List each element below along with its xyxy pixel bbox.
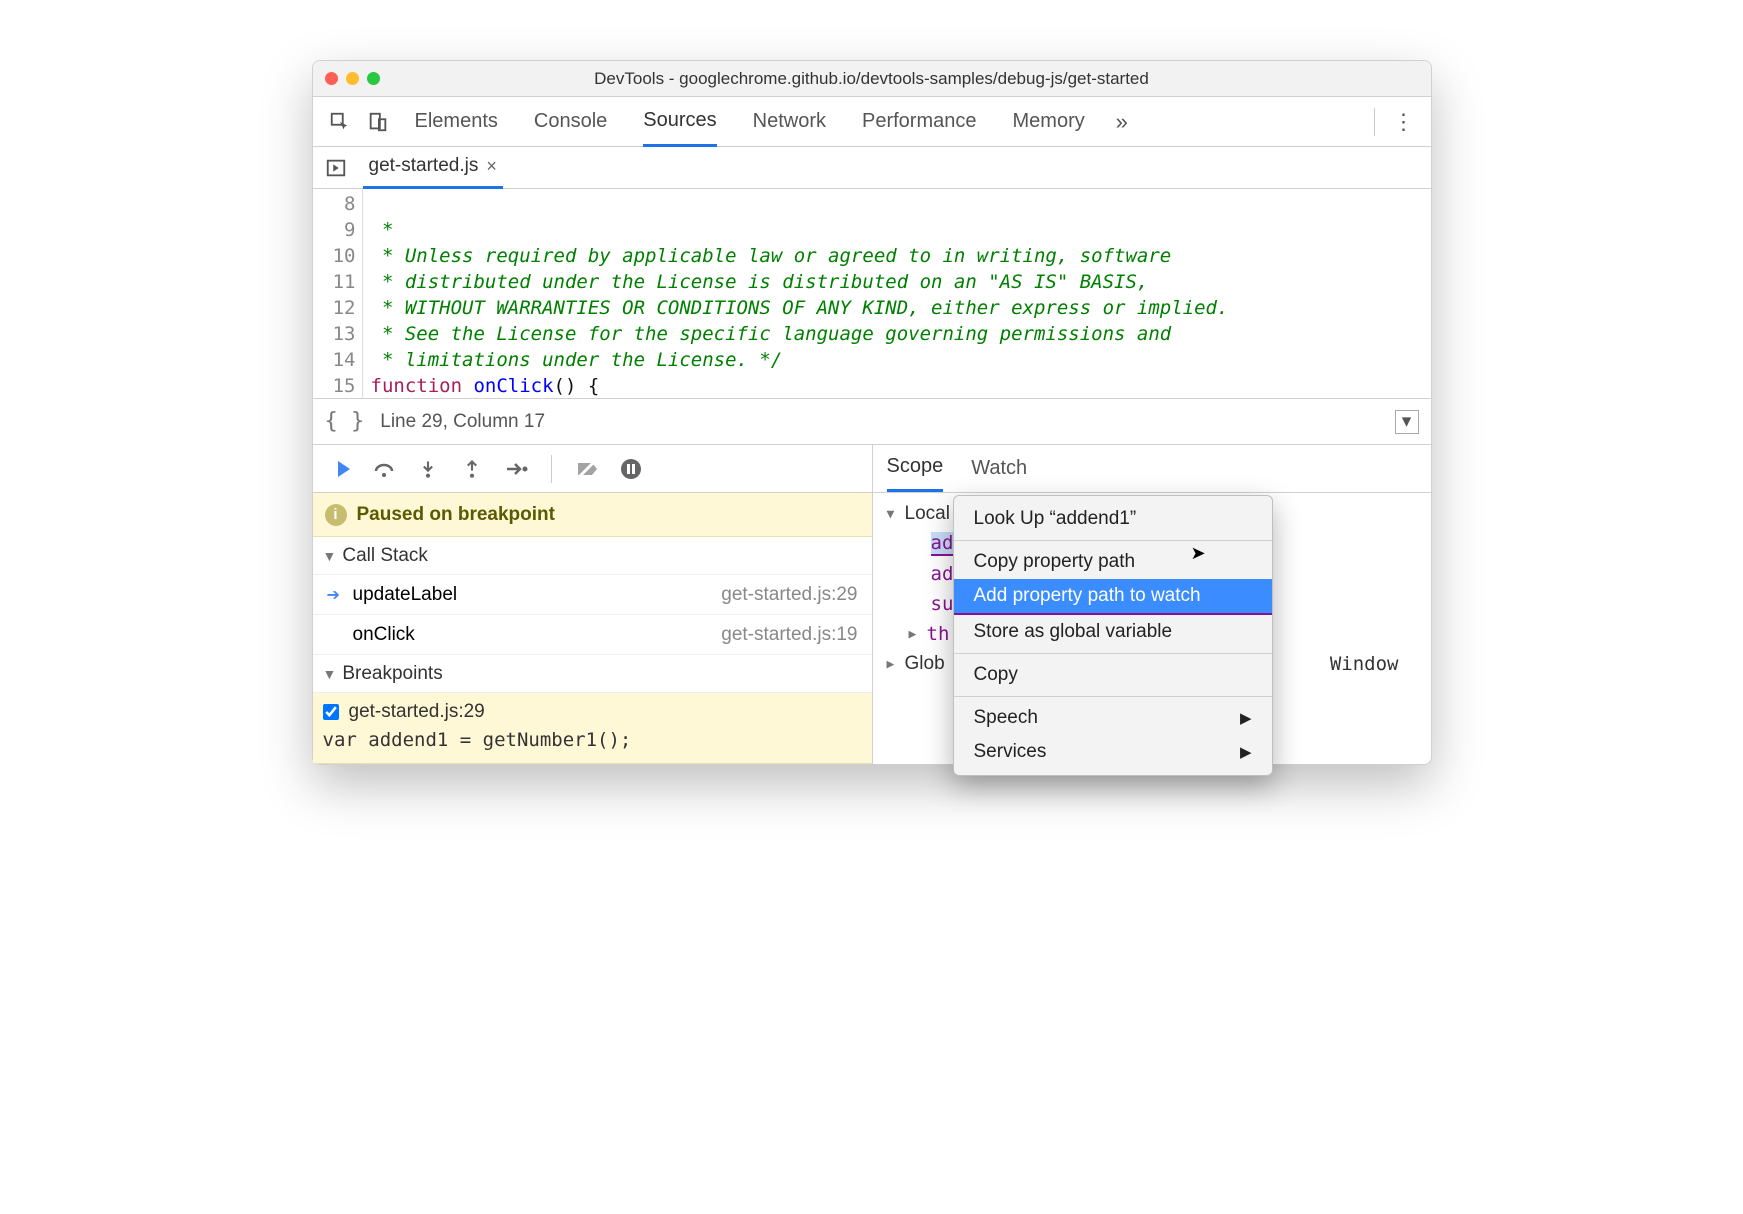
tab-watch[interactable]: Watch xyxy=(971,444,1027,492)
cursor-position: Line 29, Column 17 xyxy=(380,411,545,433)
breakpoints-header[interactable]: ▼ Breakpoints xyxy=(313,655,872,693)
menu-separator xyxy=(954,653,1272,654)
paused-label: Paused on breakpoint xyxy=(357,504,555,526)
tab-console[interactable]: Console xyxy=(534,97,607,147)
debugger-split: i Paused on breakpoint ▼ Call Stack ➔ up… xyxy=(313,445,1431,764)
menu-copy[interactable]: Copy xyxy=(954,658,1272,692)
tab-performance[interactable]: Performance xyxy=(862,97,977,147)
step-button[interactable] xyxy=(503,456,529,482)
window-title: DevTools - googlechrome.github.io/devtoo… xyxy=(313,69,1431,89)
chevron-down-icon: ▼ xyxy=(323,548,337,564)
callstack-frame[interactable]: ➔ updateLabel get-started.js:29 xyxy=(313,575,872,615)
menu-separator xyxy=(954,696,1272,697)
context-menu: Look Up “addend1” Copy property path Add… xyxy=(953,495,1273,776)
chevron-right-icon: ▶ xyxy=(909,627,927,642)
pretty-print-icon[interactable]: { } xyxy=(325,409,365,434)
breakpoint-checkbox[interactable] xyxy=(323,704,339,720)
chevron-right-icon: ▶ xyxy=(887,657,905,672)
menu-speech[interactable]: Speech▶ xyxy=(954,701,1272,735)
step-over-button[interactable] xyxy=(371,456,397,482)
info-icon: i xyxy=(325,504,347,526)
menu-separator xyxy=(954,540,1272,541)
file-tab-label: get-started.js xyxy=(369,155,479,177)
submenu-icon: ▶ xyxy=(1240,709,1252,727)
tab-network[interactable]: Network xyxy=(753,97,826,147)
navigator-toggle-icon[interactable] xyxy=(321,153,351,183)
cursor-icon: ➤ xyxy=(1191,543,1206,564)
tab-elements[interactable]: Elements xyxy=(415,97,498,147)
callstack-header[interactable]: ▼ Call Stack xyxy=(313,537,872,575)
tab-sources[interactable]: Sources xyxy=(643,97,716,147)
pause-exceptions-button[interactable] xyxy=(618,456,644,482)
scope-pane: Scope Watch ▼ Local addend1 ad su ▶ xyxy=(873,445,1431,764)
file-tabbar: get-started.js × xyxy=(313,147,1431,189)
minimize-icon[interactable] xyxy=(346,72,359,85)
step-into-button[interactable] xyxy=(415,456,441,482)
menu-copy-property-path[interactable]: Copy property path xyxy=(954,545,1272,579)
code-editor[interactable]: 8910 111213 141516 * * Unless required b… xyxy=(313,189,1431,399)
deactivate-breakpoints-button[interactable] xyxy=(574,456,600,482)
close-tab-icon[interactable]: × xyxy=(486,156,497,177)
chevron-down-icon: ▼ xyxy=(887,507,905,522)
editor-statusbar: { } Line 29, Column 17 ▾ xyxy=(313,399,1431,445)
breakpoint-code: var addend1 = getNumber1(); xyxy=(323,729,862,751)
code-content: * * Unless required by applicable law or… xyxy=(363,189,1229,398)
current-frame-icon: ➔ xyxy=(327,585,347,605)
close-icon[interactable] xyxy=(325,72,338,85)
device-toolbar-icon[interactable] xyxy=(365,109,391,135)
kebab-menu-icon[interactable]: ⋮ xyxy=(1391,109,1417,135)
titlebar: DevTools - googlechrome.github.io/devtoo… xyxy=(313,61,1431,97)
zoom-icon[interactable] xyxy=(367,72,380,85)
scope-watch-tabs: Scope Watch xyxy=(873,445,1431,493)
devtools-window: DevTools - googlechrome.github.io/devtoo… xyxy=(312,60,1432,765)
submenu-icon: ▶ xyxy=(1240,743,1252,761)
menu-store-global[interactable]: Store as global variable xyxy=(954,615,1272,649)
callstack-frame[interactable]: onClick get-started.js:19 xyxy=(313,615,872,655)
tab-memory[interactable]: Memory xyxy=(1013,97,1085,147)
traffic-lights xyxy=(325,72,380,85)
debugger-left-pane: i Paused on breakpoint ▼ Call Stack ➔ up… xyxy=(313,445,873,764)
scope-global-value: Window xyxy=(1330,653,1417,675)
devtools-tabs: Elements Console Sources Network Perform… xyxy=(313,97,1431,147)
more-tabs-icon[interactable]: » xyxy=(1109,109,1135,135)
menu-add-to-watch[interactable]: Add property path to watch xyxy=(954,579,1272,615)
step-out-button[interactable] xyxy=(459,456,485,482)
breakpoint-item[interactable]: get-started.js:29 var addend1 = getNumbe… xyxy=(313,693,872,764)
resume-button[interactable] xyxy=(327,456,353,482)
line-gutter: 8910 111213 141516 xyxy=(313,189,363,398)
inspect-icon[interactable] xyxy=(327,109,353,135)
file-tab[interactable]: get-started.js × xyxy=(363,147,503,189)
chevron-down-icon: ▼ xyxy=(323,666,337,682)
menu-lookup[interactable]: Look Up “addend1” xyxy=(954,502,1272,536)
paused-banner: i Paused on breakpoint xyxy=(313,493,872,537)
debug-toolbar xyxy=(313,445,872,493)
dropdown-icon[interactable]: ▾ xyxy=(1395,410,1419,434)
tab-scope[interactable]: Scope xyxy=(887,444,944,492)
menu-services[interactable]: Services▶ xyxy=(954,735,1272,769)
